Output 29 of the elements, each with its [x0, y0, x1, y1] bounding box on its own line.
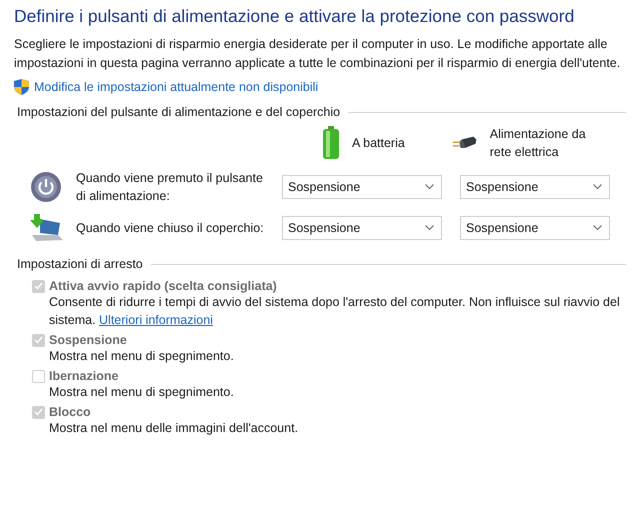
section-heading: Impostazioni del pulsante di alimentazione e del coperchio: [17, 105, 340, 119]
row-label: Quando viene premuto il pulsante di alimentazione:: [76, 170, 264, 205]
option-label: Attiva avvio rapido (scelta consigliata): [49, 279, 277, 293]
dropdown[interactable]: Sospensione: [460, 216, 610, 240]
dropdown[interactable]: Sospensione: [282, 216, 442, 240]
option-description: Mostra nel menu di spegnimento.: [49, 348, 235, 365]
chevron-down-icon: [425, 184, 434, 190]
dropdown[interactable]: Sospensione: [282, 175, 442, 199]
option-label: Sospensione: [49, 333, 127, 347]
battery-icon: [322, 126, 340, 160]
chevron-down-icon: [593, 184, 602, 190]
page-title: Definire i pulsanti di alimentazione e attivare la protezione con password: [14, 6, 576, 27]
option-label: Blocco: [49, 405, 91, 419]
option-description: Mostra nel menu delle immagini dell'account.: [49, 420, 300, 437]
laptop-icon: [30, 213, 64, 243]
chevron-down-icon: [425, 225, 434, 231]
admin-settings-link[interactable]: Modifica le impostazioni attualmente non disponibili: [34, 80, 318, 94]
option-description: Mostra nel menu di spegnimento.: [49, 384, 235, 401]
section-heading: Impostazioni di arresto: [17, 257, 143, 271]
row-label: Quando viene chiuso il coperchio:: [76, 220, 265, 237]
column-header: A batteria: [352, 135, 405, 152]
option-label: Ibernazione: [49, 369, 118, 383]
shield-icon: [14, 79, 29, 95]
chevron-down-icon: [593, 225, 602, 231]
intro-text: Scegliere le impostazioni di risparmio energia desiderate per il computer in uso. Le modifiche apportate alle impostazioni in questa pagina verranno applicate a tutte le combinazioni per il risparmio di energia dell'utente.: [14, 36, 622, 72]
option-description: Consente di ridurre i tempi di avvio del sistema dopo l'arresto del computer. Non influisce sul riavvio del sistema. Ulteriori informazioni: [49, 294, 621, 329]
column-header: Alimentazione da rete elettrica: [490, 126, 587, 161]
dropdown[interactable]: Sospensione: [460, 175, 610, 199]
power-icon: [30, 171, 62, 203]
